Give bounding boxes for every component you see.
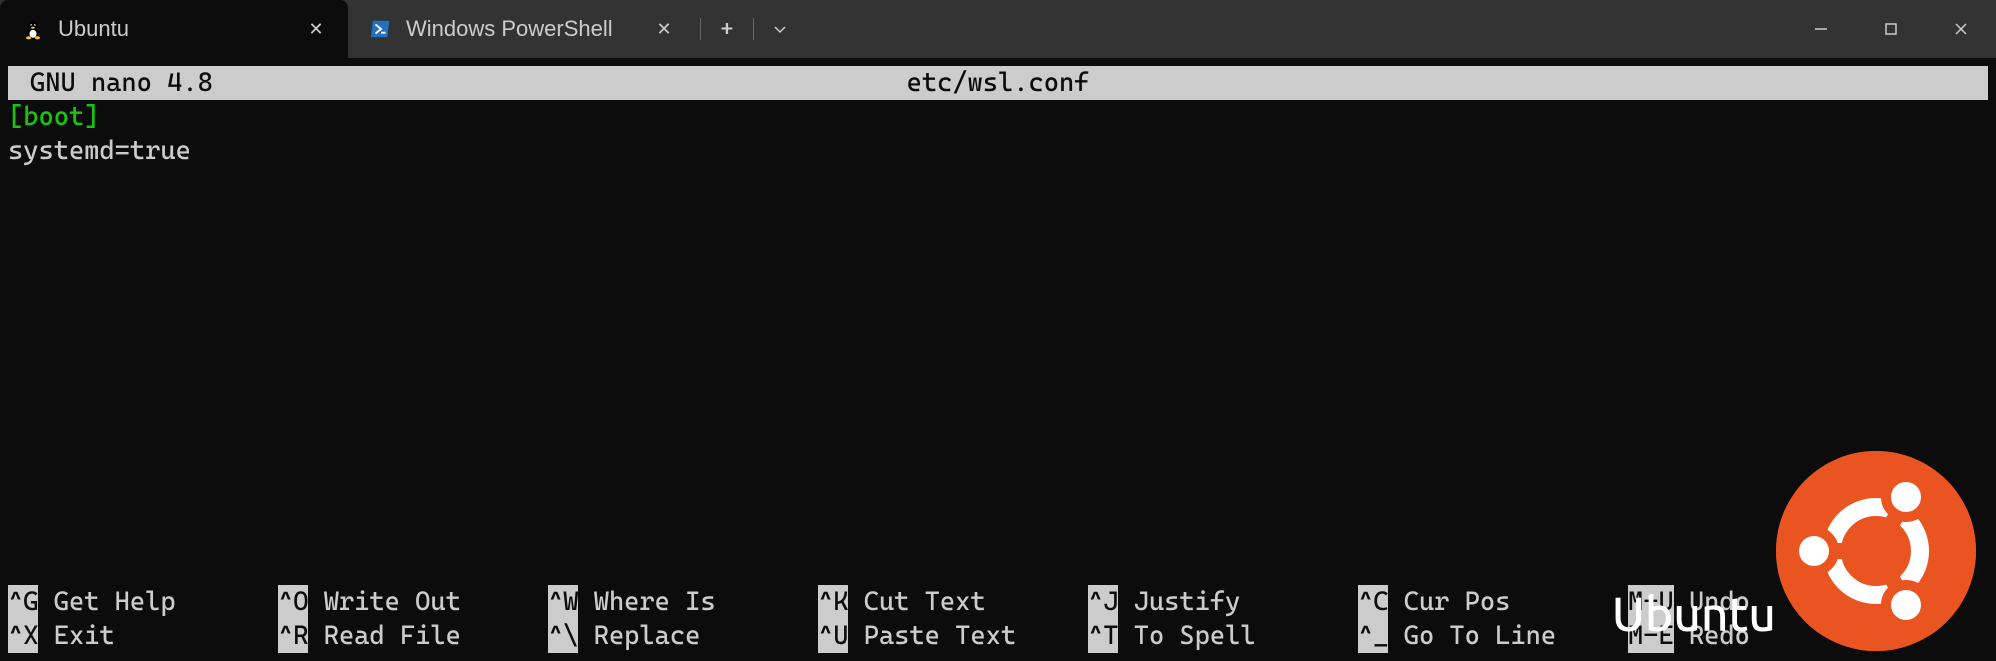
- shortcut-row: ^X Exit ^R Read File ^\ Replace ^U Paste…: [8, 619, 1988, 653]
- tab-powershell[interactable]: Windows PowerShell ✕: [348, 0, 696, 58]
- shortcut-undo: M-U Undo: [1628, 585, 1828, 619]
- nano-filename: etc/wsl.conf: [907, 68, 1090, 98]
- shortcut-where-is: ^W Where Is: [548, 585, 818, 619]
- nano-content[interactable]: [boot] systemd=true: [0, 100, 1996, 168]
- window-controls: [1786, 0, 1996, 58]
- close-icon[interactable]: ✕: [302, 15, 330, 43]
- tab-dropdown-button[interactable]: [758, 0, 802, 58]
- shortcut-redo: M-E Redo: [1628, 619, 1828, 653]
- terminal-area[interactable]: GNU nano 4.8 etc/wsl.conf [boot] systemd…: [0, 66, 1996, 661]
- tabs-container: Ubuntu ✕ Windows PowerShell ✕: [0, 0, 696, 58]
- powershell-icon: [370, 18, 392, 40]
- divider: [753, 18, 754, 40]
- shortcut-go-to-line: ^_ Go To Line: [1358, 619, 1628, 653]
- tux-icon: [22, 18, 44, 40]
- shortcut-replace: ^\ Replace: [548, 619, 818, 653]
- close-icon[interactable]: ✕: [650, 15, 678, 43]
- close-icon: [1954, 22, 1968, 36]
- tab-title: Ubuntu: [58, 16, 288, 42]
- close-button[interactable]: [1926, 0, 1996, 58]
- shortcut-justify: ^J Justify: [1088, 585, 1358, 619]
- maximize-button[interactable]: [1856, 0, 1926, 58]
- nano-header: GNU nano 4.8 etc/wsl.conf: [8, 66, 1988, 100]
- nano-app-name: GNU nano 4.8: [16, 68, 213, 98]
- shortcut-to-spell: ^T To Spell: [1088, 619, 1358, 653]
- shortcut-paste-text: ^U Paste Text: [818, 619, 1088, 653]
- nano-shortcuts: ^G Get Help ^O Write Out ^W Where Is ^K …: [8, 585, 1988, 653]
- shortcut-read-file: ^R Read File: [278, 619, 548, 653]
- new-tab-button[interactable]: +: [705, 0, 749, 58]
- content-section: [boot]: [8, 100, 1988, 134]
- shortcut-get-help: ^G Get Help: [8, 585, 278, 619]
- shortcut-row: ^G Get Help ^O Write Out ^W Where Is ^K …: [8, 585, 1988, 619]
- chevron-down-icon: [773, 22, 787, 36]
- minimize-button[interactable]: [1786, 0, 1856, 58]
- tab-title: Windows PowerShell: [406, 16, 636, 42]
- content-line: systemd=true: [8, 134, 1988, 168]
- shortcut-write-out: ^O Write Out: [278, 585, 548, 619]
- titlebar: Ubuntu ✕ Windows PowerShell ✕ +: [0, 0, 1996, 58]
- shortcut-cut-text: ^K Cut Text: [818, 585, 1088, 619]
- shortcut-exit: ^X Exit: [8, 619, 278, 653]
- shortcut-cur-pos: ^C Cur Pos: [1358, 585, 1628, 619]
- minimize-icon: [1814, 22, 1828, 36]
- maximize-icon: [1884, 22, 1898, 36]
- divider: [700, 18, 701, 40]
- tab-ubuntu[interactable]: Ubuntu ✕: [0, 0, 348, 58]
